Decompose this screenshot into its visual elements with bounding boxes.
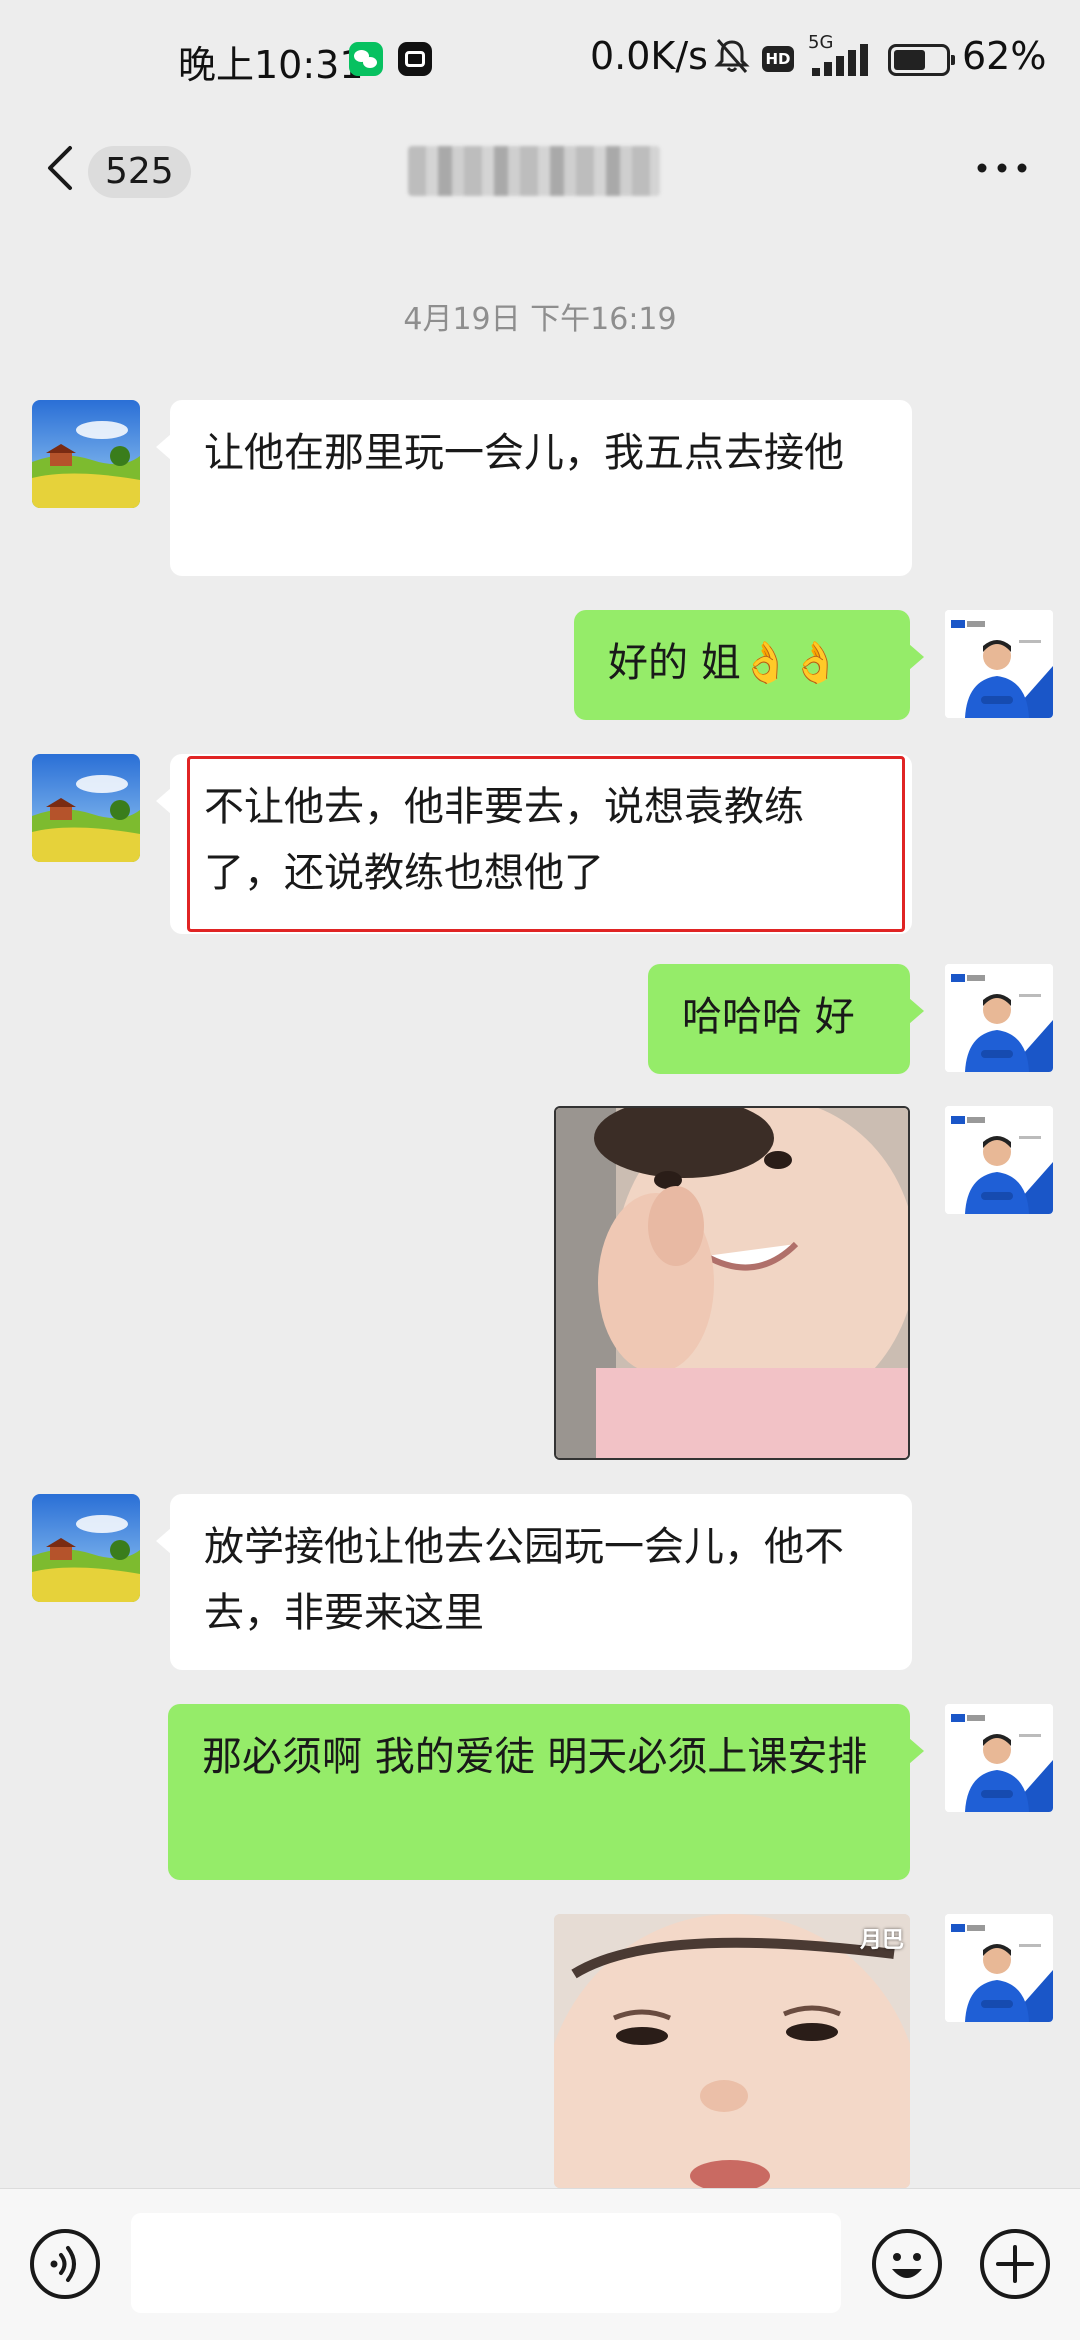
sticker-watermark: 月巴 — [859, 1928, 904, 1953]
sticker-child-heart-gesture-icon — [556, 1108, 908, 1458]
message-timestamp: 4月19日 下午16:19 — [403, 302, 677, 337]
coach-avatar-icon — [945, 1704, 1053, 1812]
voice-icon[interactable] — [28, 2227, 102, 2301]
outgoing-message[interactable]: 哈哈哈 好 — [648, 964, 924, 1074]
contact-avatar[interactable] — [32, 754, 140, 862]
chat-screen: 晚上10:31 0.0K/s HD 5G 62% 525 4月19日 下午16:… — [0, 0, 1080, 2340]
signal-icon — [812, 44, 868, 76]
sticker-image-message[interactable]: 月巴 — [554, 1914, 910, 2188]
message-text: 哈哈哈 好 — [682, 994, 855, 1040]
coach-avatar-icon — [945, 610, 1053, 718]
input-bar — [0, 2188, 1080, 2340]
more-dots-icon[interactable] — [976, 158, 1028, 178]
plus-icon[interactable] — [978, 2227, 1052, 2301]
message-text: 那必须啊 我的爱徒 明天必须上课安排 — [202, 1734, 868, 1780]
message-input[interactable] — [131, 2213, 841, 2313]
coach-avatar-icon — [945, 964, 1053, 1072]
red-highlight-box — [187, 756, 905, 932]
chat-header: 525 — [0, 118, 1080, 218]
my-avatar[interactable] — [945, 1914, 1053, 2022]
status-time: 晚上10:31 — [178, 43, 364, 87]
outgoing-message[interactable]: 好的 姐👌👌 — [574, 610, 924, 720]
battery-percentage: 62% — [962, 34, 1047, 78]
coach-avatar-icon — [945, 1106, 1053, 1214]
my-avatar[interactable] — [945, 1704, 1053, 1812]
chevron-left-icon[interactable] — [40, 140, 84, 196]
status-bar: 晚上10:31 0.0K/s HD 5G 62% — [0, 0, 1080, 118]
wechat-notification-icon — [349, 42, 383, 76]
contact-avatar[interactable] — [32, 1494, 140, 1602]
message-text: 放学接他让他去公园玩一会儿，他不去，非要来这里 — [204, 1524, 844, 1636]
landscape-avatar-icon — [32, 1494, 140, 1602]
incoming-message[interactable]: 让他在那里玩一会儿，我五点去接他 — [156, 400, 912, 576]
unread-count-badge[interactable]: 525 — [88, 146, 191, 198]
battery-level — [894, 50, 925, 70]
outgoing-message[interactable]: 那必须啊 我的爱徒 明天必须上课安排 — [168, 1704, 924, 1880]
chat-title-blurred — [408, 146, 660, 196]
message-text: 好的 姐👌👌 — [608, 640, 841, 686]
sticker-child-face-icon — [554, 1914, 910, 2188]
my-avatar[interactable] — [945, 964, 1053, 1072]
landscape-avatar-icon — [32, 754, 140, 862]
battery-icon — [888, 44, 955, 76]
my-avatar[interactable] — [945, 1106, 1053, 1214]
coach-avatar-icon — [945, 1914, 1053, 2022]
my-avatar[interactable] — [945, 610, 1053, 718]
incoming-message[interactable]: 放学接他让他去公园玩一会儿，他不去，非要来这里 — [156, 1494, 912, 1670]
sticker-image-message[interactable] — [554, 1106, 910, 1460]
landscape-avatar-icon — [32, 400, 140, 508]
hd-badge: HD — [762, 46, 794, 72]
contact-avatar[interactable] — [32, 400, 140, 508]
message-text: 让他在那里玩一会儿，我五点去接他 — [204, 430, 844, 476]
network-speed: 0.0K/s — [590, 34, 708, 78]
capcut-notification-icon — [398, 42, 432, 76]
mute-bell-icon — [714, 39, 750, 73]
emoji-icon[interactable] — [870, 2227, 944, 2301]
